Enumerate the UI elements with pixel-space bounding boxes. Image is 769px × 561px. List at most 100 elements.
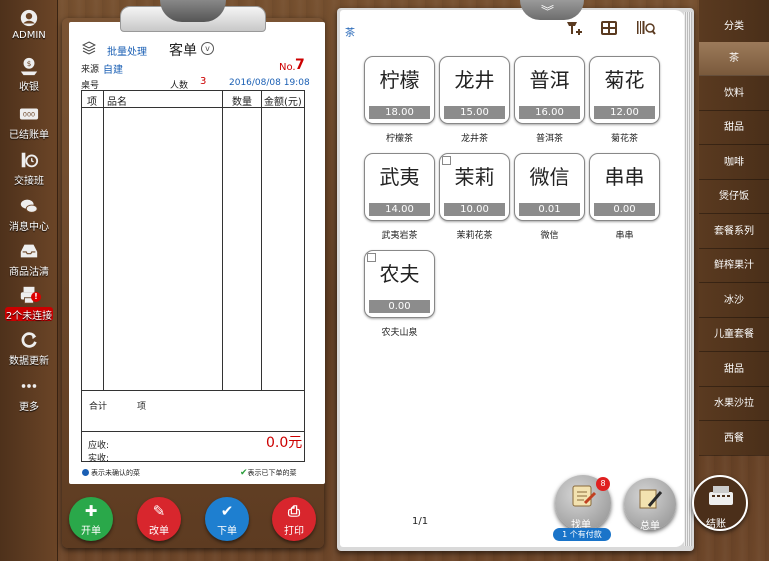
message-icon	[20, 199, 38, 213]
batch-process-link[interactable]: 批量处理	[107, 43, 147, 58]
open-order-button[interactable]: ✚ 开单	[69, 497, 113, 541]
dish-tile[interactable]: 武夷 14.00	[364, 153, 435, 221]
open-order-label: 开单	[81, 526, 101, 537]
grid-view-icon[interactable]	[599, 18, 619, 38]
dish-name: 武夷	[379, 165, 420, 189]
dish-name: 柠檬	[379, 68, 420, 92]
refresh-icon	[21, 332, 37, 348]
layers-icon[interactable]	[82, 41, 96, 55]
shift-handover-icon	[21, 152, 39, 168]
dish-tile[interactable]: 普洱 16.00	[514, 56, 585, 124]
add-dish-icon[interactable]	[563, 18, 583, 38]
dish-caption: 农夫山泉	[381, 328, 418, 338]
sidebar-item-label: 交接班	[14, 176, 44, 187]
payment-count-pill: 1 个有付款	[553, 528, 611, 541]
dish-caption: 武夷岩茶	[381, 231, 418, 241]
barcode-search-icon[interactable]	[636, 18, 656, 38]
category-item[interactable]: 冰沙	[699, 284, 769, 318]
order-title[interactable]: 客单	[169, 40, 197, 60]
sidebar-item-printers[interactable]: 2个未连接	[0, 285, 58, 322]
sidebar-item-shift[interactable]: 交接班	[0, 150, 58, 187]
category-item[interactable]: 甜品	[699, 111, 769, 145]
sidebar-item-admin[interactable]: ADMIN	[0, 8, 58, 41]
category-item[interactable]: 茶	[699, 42, 769, 76]
edit-order-button[interactable]: ✎ 改单	[137, 497, 181, 541]
paid-label: 实收:	[88, 454, 110, 464]
dish-name: 茉莉	[454, 165, 495, 189]
category-item[interactable]: 水果沙拉	[699, 387, 769, 421]
sidebar-item-label: 数据更新	[9, 356, 49, 367]
dish-name: 微信	[529, 165, 570, 189]
dish-caption: 菊花茶	[610, 134, 638, 144]
dish-tile[interactable]: 龙井 15.00	[439, 56, 510, 124]
sidebar-item-cashier[interactable]: $ 收银	[0, 56, 58, 93]
column-divider	[261, 91, 262, 390]
column-header-quantity: 数量	[232, 97, 252, 108]
category-item[interactable]: 西餐	[699, 422, 769, 456]
totals-row	[81, 391, 305, 432]
current-category-label: 茶	[345, 28, 355, 39]
dish-tile[interactable]: 菊花 12.00	[589, 56, 660, 124]
dish-price: 15.00	[444, 106, 505, 119]
dish-tile[interactable]: 农夫 0.00	[364, 250, 435, 318]
sidebar-item-label: 更多	[19, 402, 39, 413]
sidebar-item-more[interactable]: 更多	[0, 376, 58, 413]
category-item[interactable]: 鲜榨果汁	[699, 249, 769, 283]
sidebar-item-soldout[interactable]: 商品沽清	[0, 241, 58, 278]
dish-tile[interactable]: 微信 0.01	[514, 153, 585, 221]
dish-caption: 茉莉花茶	[456, 231, 493, 241]
checkout-label: 结账	[706, 519, 726, 530]
people-value: 3	[200, 76, 207, 87]
column-divider	[222, 91, 223, 390]
category-item[interactable]: 煲仔饭	[699, 180, 769, 214]
total-label: 合计	[89, 402, 108, 412]
dish-caption: 龙井茶	[460, 134, 488, 144]
sidebar-item-settled-bills[interactable]: 000 已结账单	[0, 104, 58, 141]
cash-register-icon	[709, 486, 733, 505]
dish-tile[interactable]: 柠檬 18.00	[364, 56, 435, 124]
column-divider	[103, 91, 104, 390]
category-item[interactable]: 饮料	[699, 77, 769, 111]
place-order-label: 下单	[217, 526, 237, 537]
order-number-value: 7	[295, 57, 305, 73]
category-item[interactable]: 甜品	[699, 353, 769, 387]
print-button[interactable]: ⎙ 打印	[272, 497, 316, 541]
dish-caption: 柠檬茶	[385, 134, 413, 144]
place-order-button[interactable]: ✔ 下单	[205, 497, 249, 541]
dish-name: 普洱	[529, 68, 570, 92]
page-indicator: 1/1	[412, 516, 429, 527]
order-number-label: No.	[279, 62, 296, 73]
category-item[interactable]: 儿童套餐	[699, 318, 769, 352]
dish-tile[interactable]: 串串 0.00	[589, 153, 660, 221]
sidebar-item-messages[interactable]: 消息中心	[0, 196, 58, 233]
chevron-down-icon[interactable]: v	[201, 42, 214, 55]
legend-ordered-text: 表示已下单的菜	[247, 469, 297, 477]
dish-price: 12.00	[594, 106, 655, 119]
sidebar-item-label: 收银	[19, 82, 39, 93]
legend-unconfirmed-text: 表示未确认的菜	[91, 469, 140, 477]
receivable-value: 0.0元	[266, 435, 303, 451]
cashier-icon: $	[20, 57, 38, 76]
dish-name: 串串	[604, 165, 645, 189]
category-item[interactable]: 套餐系列	[699, 215, 769, 249]
plus-icon: ✚	[84, 502, 98, 520]
column-header-amount: 金额(元)	[264, 97, 302, 108]
dish-name: 龙井	[454, 68, 495, 92]
sidebar-item-label: 商品沽清	[9, 267, 49, 278]
dish-price: 10.00	[444, 203, 505, 216]
dish-tile[interactable]: 茉莉 10.00	[439, 153, 510, 221]
dish-price: 0.00	[594, 203, 655, 216]
sidebar-item-data-update[interactable]: 数据更新	[0, 330, 58, 367]
sidebar-item-label: 已结账单	[9, 130, 49, 141]
notepad-icon	[572, 485, 597, 507]
check-icon: ✔	[240, 468, 248, 478]
sidebar-item-label: 2个未连接	[5, 311, 53, 322]
category-item[interactable]: 咖啡	[699, 146, 769, 180]
find-order-badge: 8	[596, 477, 610, 491]
dish-name: 菊花	[604, 68, 645, 92]
svg-text:$: $	[27, 59, 32, 68]
double-chevron-down-icon[interactable]: ︾	[541, 1, 554, 20]
blue-dot-icon	[82, 469, 89, 476]
dish-name: 农夫	[379, 262, 420, 286]
dish-caption: 串串	[615, 231, 634, 241]
